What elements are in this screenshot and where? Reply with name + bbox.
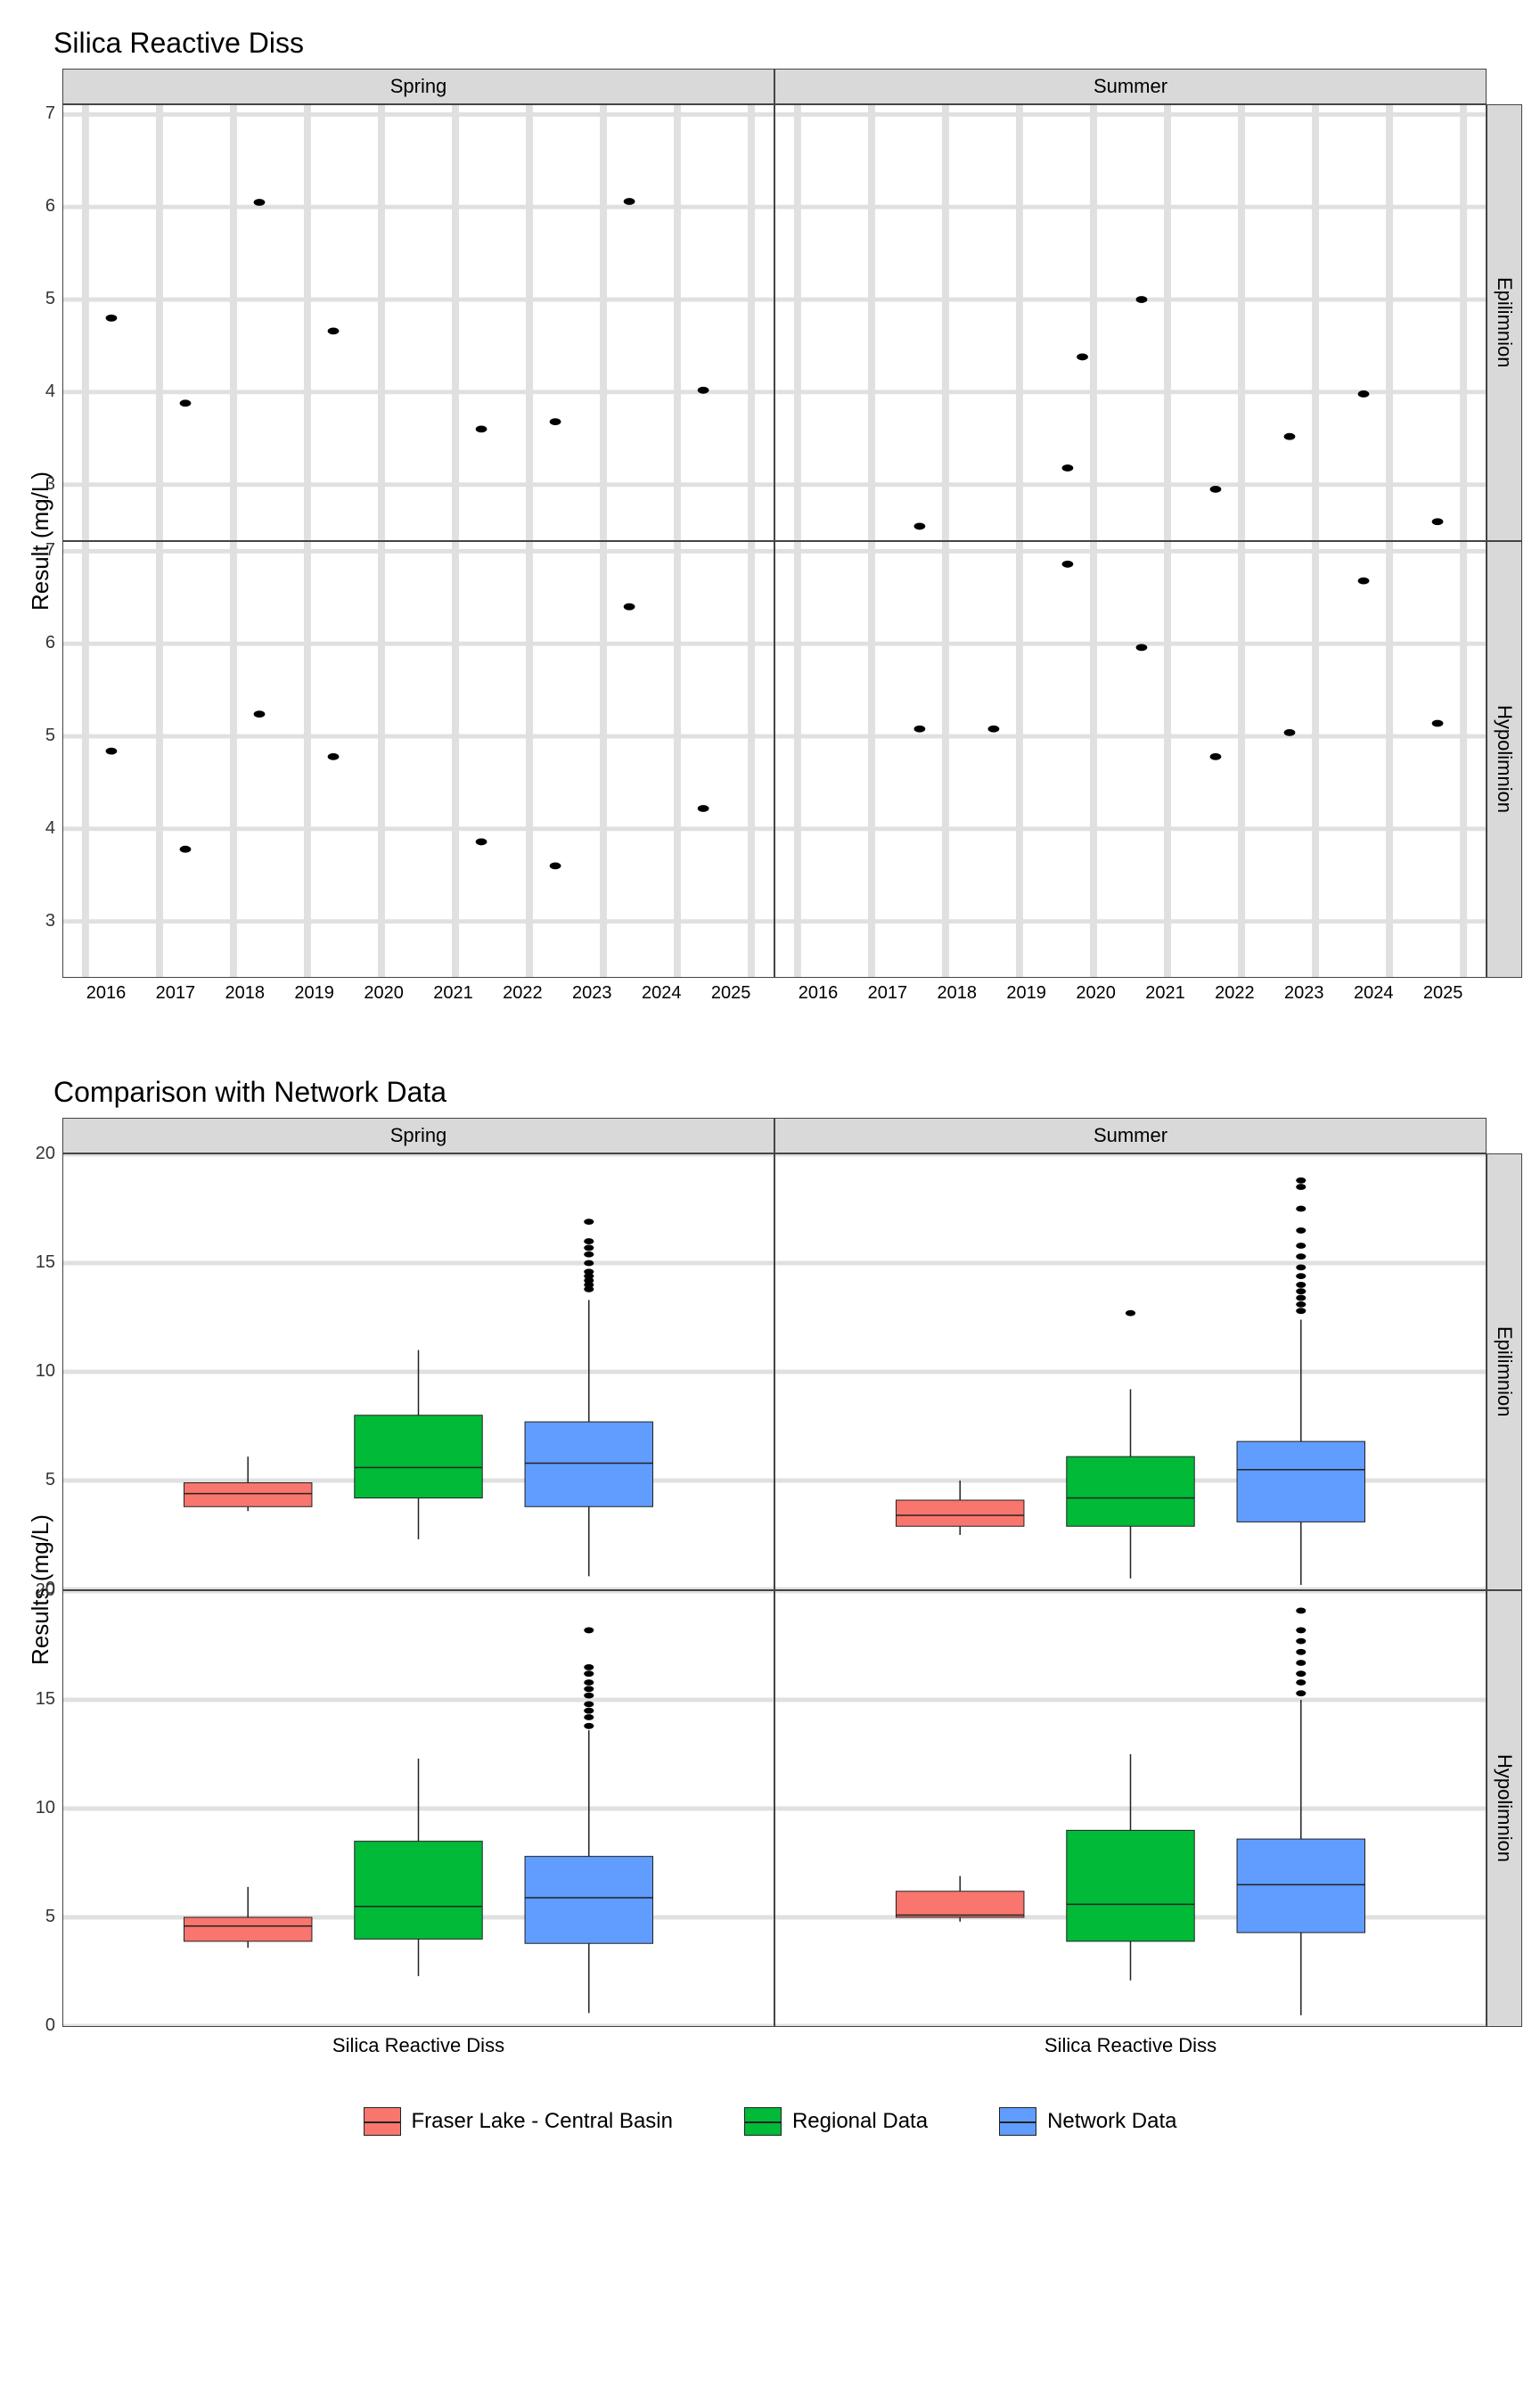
legend-item: Fraser Lake - Central Basin xyxy=(364,2107,673,2136)
legend-label: Regional Data xyxy=(792,2109,928,2134)
facet-row-hypo-top: Hypolimnion xyxy=(1487,541,1522,978)
panel-bot-spring-epi: 05101520 xyxy=(62,1153,774,1590)
bottom-x-label-spring: Silica Reactive Diss xyxy=(62,2027,774,2063)
facet-row-hypo-bottom: Hypolimnion xyxy=(1487,1590,1522,2027)
top-x-ticks-summer: 2016201720182019202020212022202320242025 xyxy=(774,978,1487,1013)
panel-top-spring-epi: 34567 xyxy=(62,104,774,541)
legend-swatch xyxy=(744,2107,782,2136)
legend-label: Network Data xyxy=(1047,2109,1176,2134)
legend-item: Network Data xyxy=(999,2107,1176,2136)
panel-bot-summer-epi xyxy=(774,1153,1487,1590)
top-x-ticks-spring: 2016201720182019202020212022202320242025 xyxy=(62,978,774,1013)
panel-bot-summer-hypo xyxy=(774,1590,1487,2027)
facet-col-summer-bottom: Summer xyxy=(774,1118,1487,1153)
bottom-chart-title: Comparison with Network Data xyxy=(53,1076,1522,1109)
legend-label: Fraser Lake - Central Basin xyxy=(412,2109,673,2134)
top-chart-title: Silica Reactive Diss xyxy=(53,27,1522,60)
facet-col-spring-bottom: Spring xyxy=(62,1118,774,1153)
panel-top-summer-epi xyxy=(774,104,1487,541)
facet-row-epi-top: Epilimnion xyxy=(1487,104,1522,541)
top-y-label: Result (mg/L) xyxy=(27,472,54,611)
bottom-x-label-summer: Silica Reactive Diss xyxy=(774,2027,1487,2063)
legend-item: Regional Data xyxy=(744,2107,928,2136)
panel-top-summer-hypo xyxy=(774,541,1487,978)
facet-row-epi-bottom: Epilimnion xyxy=(1487,1153,1522,1590)
panel-bot-spring-hypo: 05101520 xyxy=(62,1590,774,2027)
legend: Fraser Lake - Central Basin Regional Data… xyxy=(18,2107,1522,2136)
legend-swatch xyxy=(364,2107,401,2136)
facet-col-spring-top: Spring xyxy=(62,69,774,104)
panel-top-spring-hypo: 34567 xyxy=(62,541,774,978)
facet-col-summer-top: Summer xyxy=(774,69,1487,104)
bottom-y-label: Results (mg/L) xyxy=(27,1514,54,1665)
legend-swatch xyxy=(999,2107,1036,2136)
